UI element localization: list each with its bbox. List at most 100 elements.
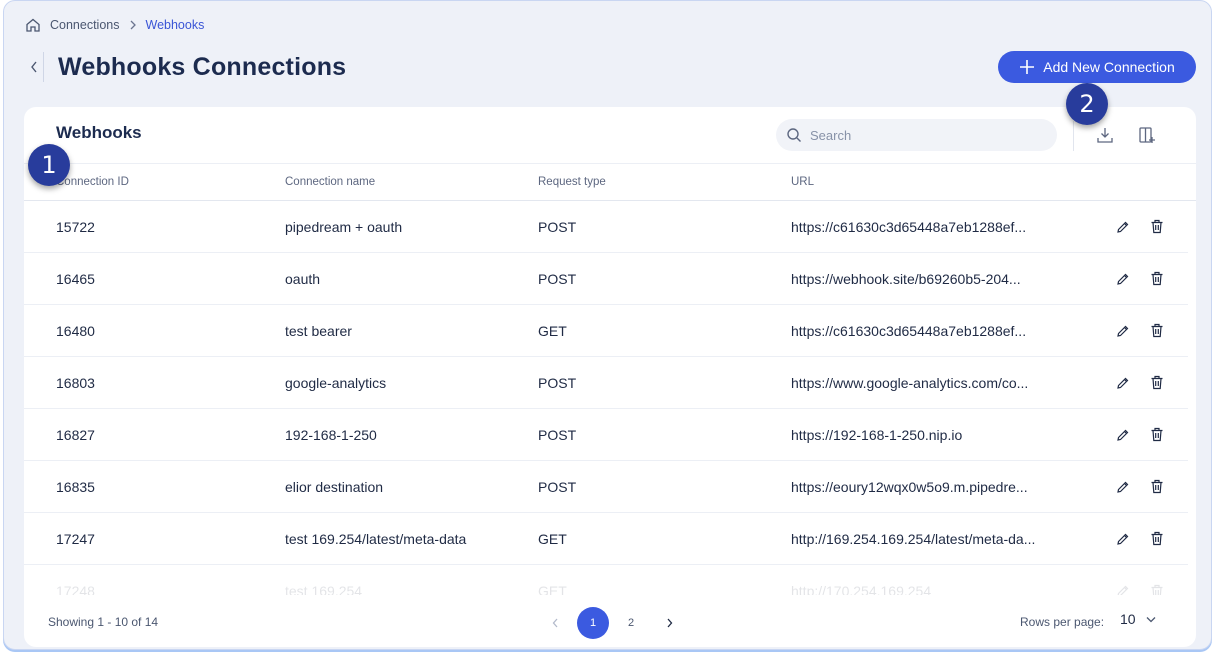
table-row[interactable]: 16465 oauth POST https://webhook.site/b6926… [24, 253, 1188, 305]
cell-url: http://170.254.169.254 [791, 583, 932, 595]
delete-icon[interactable] [1148, 218, 1166, 236]
cell-request-type: GET [538, 583, 567, 595]
cell-url: https://webhook.site/b69260b5-204... [791, 270, 1021, 287]
chevron-left-icon [552, 618, 557, 628]
showing-count: Showing 1 - 10 of 14 [48, 615, 159, 629]
pagination: 1 2 [539, 607, 685, 639]
edit-icon[interactable] [1114, 478, 1132, 496]
edit-icon[interactable] [1114, 530, 1132, 548]
edit-icon[interactable] [1114, 218, 1132, 236]
edit-icon[interactable] [1114, 582, 1132, 595]
next-page-button[interactable] [653, 607, 685, 639]
cell-connection-name: pipedream + oauth [285, 218, 403, 235]
rows-per-page-label: Rows per page: [1020, 615, 1105, 629]
page-header: Webhooks Connections [24, 47, 346, 87]
delete-icon[interactable] [1148, 270, 1166, 288]
page-title: Webhooks Connections [58, 52, 347, 81]
breadcrumb-connections[interactable]: Connections [50, 18, 120, 32]
delete-icon[interactable] [1148, 582, 1166, 595]
cell-url: https://eoury12wqx0w5o9.m.pipedre... [791, 478, 1028, 495]
rows-per-page-value: 10 [1120, 611, 1136, 627]
table-row[interactable]: 17247 test 169.254/latest/meta-data GET htt… [24, 513, 1188, 565]
column-header-request-type[interactable]: Request type [538, 176, 606, 188]
cell-connection-id: 16803 [56, 374, 95, 391]
back-button[interactable] [24, 52, 44, 82]
row-actions [1114, 582, 1166, 595]
cell-request-type: GET [538, 530, 567, 547]
edit-icon[interactable] [1114, 426, 1132, 444]
cell-connection-name: test bearer [285, 322, 352, 339]
cell-request-type: POST [538, 218, 577, 235]
cell-connection-name: test 169.254 [285, 583, 363, 595]
connections-table: Connection ID Connection name Request ty… [24, 163, 1196, 595]
delete-icon[interactable] [1148, 426, 1166, 444]
breadcrumb: Connections Webhooks [24, 15, 204, 35]
cell-connection-id: 16835 [56, 478, 95, 495]
chevron-down-icon [1146, 616, 1156, 622]
prev-page-button[interactable] [539, 607, 571, 639]
cell-request-type: POST [538, 374, 577, 391]
plus-icon [1020, 60, 1035, 74]
toolbar-divider [1073, 121, 1074, 151]
column-settings-icon[interactable] [1137, 125, 1157, 145]
cell-connection-id: 16827 [56, 426, 95, 443]
breadcrumb-webhooks: Webhooks [145, 18, 205, 32]
cell-request-type: POST [538, 270, 577, 287]
chevron-left-icon [30, 61, 37, 73]
chevron-right-icon [128, 20, 138, 30]
step-marker-2: 2 [1066, 83, 1108, 125]
webhooks-card: Webhooks Connection ID Connection name R… [24, 107, 1196, 647]
table-row[interactable]: 16803 google-analytics POST https://www.goo… [24, 357, 1188, 409]
home-icon[interactable] [24, 16, 42, 34]
cell-url: https://c61630c3d65448a7eb1288ef... [791, 218, 1027, 235]
search-input[interactable] [810, 127, 1040, 143]
chevron-right-icon [667, 618, 672, 628]
add-new-connection-label: Add New Connection [1043, 59, 1175, 75]
row-actions [1114, 478, 1166, 496]
delete-icon[interactable] [1148, 478, 1166, 496]
edit-icon[interactable] [1114, 322, 1132, 340]
download-icon[interactable] [1095, 125, 1115, 145]
row-actions [1114, 218, 1166, 236]
table-row[interactable]: 16835 elior destination POST https://eoury1… [24, 461, 1188, 513]
table-footer: Showing 1 - 10 of 14 1 2 Rows per page: … [24, 603, 1196, 643]
cell-connection-id: 15722 [56, 218, 95, 235]
column-header-connection-id[interactable]: Connection ID [56, 176, 129, 188]
page-2-button[interactable]: 2 [615, 607, 647, 639]
cell-connection-id: 17248 [56, 583, 95, 595]
delete-icon[interactable] [1148, 374, 1166, 392]
cell-connection-name: 192-168-1-250 [285, 426, 377, 443]
cell-url: https://192-168-1-250.nip.io [791, 426, 963, 443]
table-row[interactable]: 16480 test bearer GET https://c61630c3d6544… [24, 305, 1188, 357]
row-actions [1114, 530, 1166, 548]
edit-icon[interactable] [1114, 374, 1132, 392]
cell-connection-name: google-analytics [285, 374, 387, 391]
cell-url: https://c61630c3d65448a7eb1288ef... [791, 322, 1027, 339]
table-row[interactable]: 15722 pipedream + oauth POST https://c61630… [24, 201, 1188, 253]
edit-icon[interactable] [1114, 270, 1132, 288]
table-header: Connection ID Connection name Request ty… [24, 163, 1196, 201]
row-actions [1114, 426, 1166, 444]
cell-connection-name: test 169.254/latest/meta-data [285, 530, 467, 547]
column-header-connection-name[interactable]: Connection name [285, 176, 375, 188]
cell-connection-name: oauth [285, 270, 321, 287]
step-marker-1: 1 [28, 144, 70, 186]
search-box[interactable] [776, 119, 1057, 151]
row-actions [1114, 322, 1166, 340]
add-new-connection-button[interactable]: Add New Connection [998, 51, 1196, 83]
cell-connection-name: elior destination [285, 478, 384, 495]
table-body: 15722 pipedream + oauth POST https://c61630… [24, 201, 1196, 595]
table-row[interactable]: 17248 test 169.254 GET http://170.254.169.2… [24, 565, 1188, 595]
page-1-button[interactable]: 1 [577, 607, 609, 639]
column-header-url[interactable]: URL [791, 176, 814, 188]
cell-url: http://169.254.169.254/latest/meta-da... [791, 530, 1036, 547]
cell-connection-id: 16480 [56, 322, 95, 339]
delete-icon[interactable] [1148, 322, 1166, 340]
search-icon [787, 128, 801, 142]
cell-url: https://www.google-analytics.com/co... [791, 374, 1029, 391]
rows-per-page-select[interactable]: 10 [1120, 611, 1156, 627]
table-row[interactable]: 16827 192-168-1-250 POST https://192-168-1-… [24, 409, 1188, 461]
delete-icon[interactable] [1148, 530, 1166, 548]
cell-request-type: POST [538, 478, 577, 495]
card-title: Webhooks [56, 123, 142, 142]
